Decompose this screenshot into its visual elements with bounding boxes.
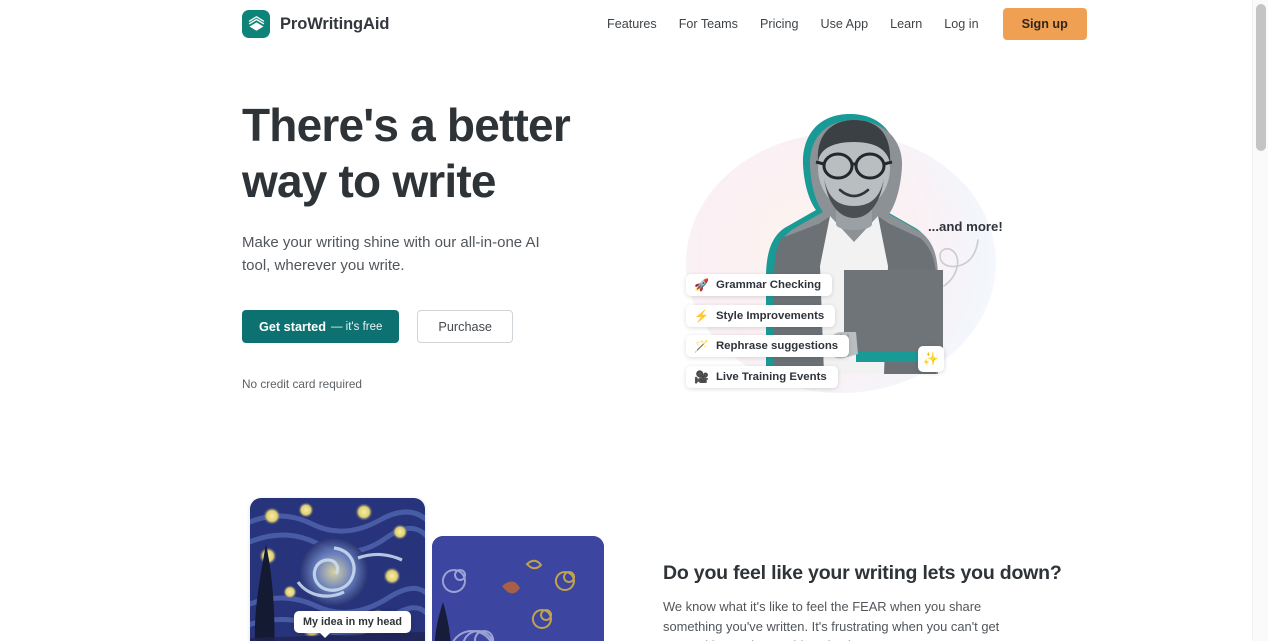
hero-button-group: Get started — it's free Purchase [242, 310, 642, 343]
feature-chip-label: Live Training Events [715, 370, 827, 383]
simplified-sketch-image [432, 536, 604, 641]
nav-link-learn[interactable]: Learn [879, 11, 933, 37]
nav-link-pricing[interactable]: Pricing [749, 11, 810, 37]
page-scrollbar[interactable] [1252, 0, 1268, 641]
get-started-button[interactable]: Get started — it's free [242, 310, 400, 343]
sign-up-button[interactable]: Sign up [1002, 8, 1087, 40]
nav-link-use-app[interactable]: Use App [809, 11, 879, 37]
feature-chip-rephrase-suggestions[interactable]: 🪄 Rephrase suggestions [686, 335, 850, 357]
get-started-sublabel: — it's free [330, 320, 383, 333]
top-navigation-bar: ProWritingAid Features For Teams Pricing… [0, 0, 1252, 48]
feature-chip-live-training-events[interactable]: 🎥 Live Training Events [686, 365, 838, 388]
comparison-images: My idea in my head [242, 498, 622, 641]
page-content: ProWritingAid Features For Teams Pricing… [0, 0, 1252, 641]
lower-section-body: We know what it's like to feel the FEAR … [663, 599, 1000, 641]
nav-link-for-teams[interactable]: For Teams [668, 11, 749, 37]
nav-link-log-in[interactable]: Log in [933, 11, 989, 37]
hero-title-line-1: There's a better [242, 99, 571, 151]
hero-copy-block: There's a better way to write Make your … [242, 97, 642, 391]
hero-subtitle: Make your writing shine with our all-in-… [242, 234, 540, 274]
browser-viewport: ProWritingAid Features For Teams Pricing… [0, 0, 1268, 641]
curly-arrow-icon [939, 239, 979, 287]
get-started-label: Get started [259, 319, 326, 334]
book-pages-logo-icon [242, 10, 270, 38]
feature-chip-style-improvements[interactable]: ⚡ Style Improvements [686, 304, 836, 327]
nav-link-features[interactable]: Features [596, 11, 668, 37]
brand-logo-link[interactable]: ProWritingAid [242, 10, 389, 38]
feature-chip-list: 🚀 Grammar Checking ⚡ Style Improvements … [686, 274, 850, 388]
hero-illustration: 🚀 Grammar Checking ⚡ Style Improvements … [648, 98, 1048, 438]
page-title: There's a better way to write [242, 97, 642, 209]
image-caption-bubble: My idea in my head [294, 611, 412, 638]
scrollbar-thumb[interactable] [1256, 4, 1266, 151]
feature-chip-grammar-checking[interactable]: 🚀 Grammar Checking [686, 274, 833, 296]
feature-chip-label: Style Improvements [715, 309, 825, 322]
sparkles-badge: ✨ [918, 346, 944, 372]
purchase-button[interactable]: Purchase [417, 310, 513, 343]
hero-section: There's a better way to write Make your … [0, 48, 1252, 468]
lower-copy-block: Do you feel like your writing lets you d… [663, 562, 1063, 641]
hero-title-line-2: way to write [242, 155, 496, 207]
and-more-label: ...and more! [928, 219, 1003, 234]
rocket-icon: 🚀 [694, 278, 709, 292]
lower-section: My idea in my head Do you feel like your… [0, 468, 1252, 641]
brand-name-text: ProWritingAid [280, 14, 390, 33]
nav-links-group: Features For Teams Pricing Use App Learn… [596, 8, 1087, 40]
lower-section-heading: Do you feel like your writing lets you d… [663, 562, 1062, 584]
no-credit-card-note: No credit card required [242, 377, 362, 391]
lightning-bolt-icon: ⚡ [694, 308, 709, 323]
movie-camera-icon: 🎥 [694, 369, 709, 384]
magic-wand-icon: 🪄 [694, 339, 709, 353]
feature-chip-label: Rephrase suggestions [715, 340, 839, 352]
feature-chip-label: Grammar Checking [715, 279, 822, 291]
